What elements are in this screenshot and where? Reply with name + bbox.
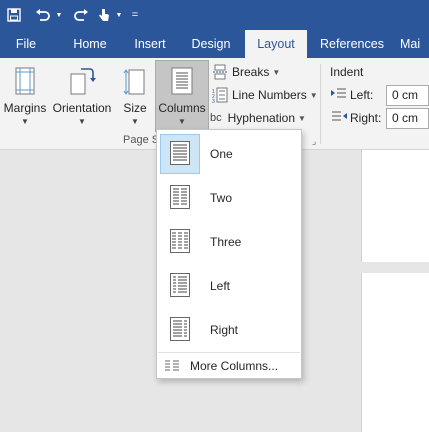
page-setup-launcher-icon[interactable]: ⌟ [312, 136, 316, 147]
two-columns-icon [170, 185, 190, 209]
line-numbers-icon: 1 2 3 [212, 87, 228, 103]
indent-right-icon [332, 111, 347, 121]
columns-option-label: Right [210, 323, 239, 337]
columns-button[interactable]: Columns ▼ [155, 60, 209, 132]
indent-label: Indent [330, 65, 364, 79]
hyphenation-button[interactable]: bc Hyphenation ▼ [210, 108, 306, 128]
customize-qat-icon[interactable]: = [128, 0, 142, 30]
columns-option-label: One [210, 147, 233, 161]
columns-icon [171, 67, 193, 95]
touch-mode-icon[interactable] [94, 0, 114, 30]
orientation-icon [70, 68, 96, 95]
document-page[interactable] [361, 150, 429, 262]
columns-option-two[interactable]: Two [158, 176, 300, 218]
columns-chevron-icon: ▼ [178, 117, 186, 126]
tab-file[interactable]: File [0, 30, 52, 58]
columns-option-three[interactable]: Three [158, 220, 300, 262]
undo-icon[interactable] [32, 0, 54, 30]
undo-dropdown-chevron-icon[interactable]: ▼ [54, 0, 64, 30]
line-numbers-button[interactable]: 1 2 3 Line Numbers ▼ [212, 85, 318, 105]
indent-right-field[interactable]: 0 cm [386, 108, 429, 129]
columns-dropdown-menu: One Two Three Left Right More Columns... [156, 129, 302, 379]
columns-option-label: Three [210, 235, 242, 249]
hyphenation-chevron-icon: ▼ [298, 113, 306, 123]
size-icon [123, 69, 145, 95]
three-columns-icon [170, 229, 190, 253]
columns-option-one[interactable]: One [158, 132, 300, 174]
left-columns-icon [170, 273, 190, 297]
breaks-icon [213, 64, 227, 80]
tab-insert[interactable]: Insert [124, 30, 176, 58]
one-column-icon [170, 141, 190, 165]
columns-label: Columns [158, 101, 206, 115]
line-numbers-label: Line Numbers [232, 88, 307, 102]
line-numbers-chevron-icon: ▼ [309, 90, 318, 100]
columns-option-label: Two [210, 191, 233, 205]
indent-left-field[interactable]: 0 cm [386, 85, 429, 106]
size-button[interactable]: Size ▼ [118, 64, 152, 130]
tab-design[interactable]: Design [184, 30, 238, 58]
save-icon[interactable] [4, 0, 24, 30]
group-divider [320, 64, 321, 144]
breaks-label: Breaks [232, 65, 270, 79]
document-page-next[interactable] [361, 273, 429, 432]
orientation-chevron-icon: ▼ [78, 117, 86, 126]
right-columns-icon [170, 317, 190, 341]
columns-option-right[interactable]: Right [158, 308, 300, 350]
hyphenation-label: Hyphenation [227, 111, 296, 125]
more-columns-label: More Columns... [190, 359, 279, 373]
indent-right-label: Right: [350, 111, 382, 125]
tab-mailings[interactable]: Mai [400, 30, 429, 58]
columns-option-label: Left [210, 279, 231, 293]
size-label: Size [123, 101, 147, 115]
quick-access-toolbar: ▼ ▼ = [0, 0, 429, 30]
hyphenation-icon: bc [210, 112, 222, 124]
size-chevron-icon: ▼ [131, 117, 139, 126]
more-columns-icon [165, 360, 179, 371]
ribbon-tabs: File Home Insert Design Layout Reference… [0, 30, 429, 58]
tab-references[interactable]: References [315, 30, 389, 58]
more-columns-menu-item[interactable]: More Columns... [158, 355, 300, 377]
page-setup-group-label: Page S [123, 134, 160, 146]
indent-left-label: Left: [350, 88, 374, 102]
breaks-button[interactable]: Breaks ▼ [212, 62, 280, 82]
margins-icon [15, 67, 35, 95]
touch-mode-chevron-icon[interactable]: ▼ [114, 0, 124, 30]
breaks-chevron-icon: ▼ [272, 67, 281, 77]
tab-layout[interactable]: Layout [245, 30, 307, 58]
svg-text:3: 3 [212, 99, 215, 103]
orientation-button[interactable]: Orientation ▼ [50, 64, 114, 130]
margins-label: Margins [3, 101, 47, 115]
margins-chevron-icon: ▼ [21, 117, 29, 126]
menu-divider [158, 352, 300, 353]
columns-option-left[interactable]: Left [158, 264, 300, 306]
orientation-label: Orientation [52, 101, 112, 115]
indent-left-icon [331, 88, 346, 98]
tab-home[interactable]: Home [62, 30, 118, 58]
margins-button[interactable]: Margins ▼ [2, 64, 48, 130]
redo-icon[interactable] [70, 0, 92, 30]
